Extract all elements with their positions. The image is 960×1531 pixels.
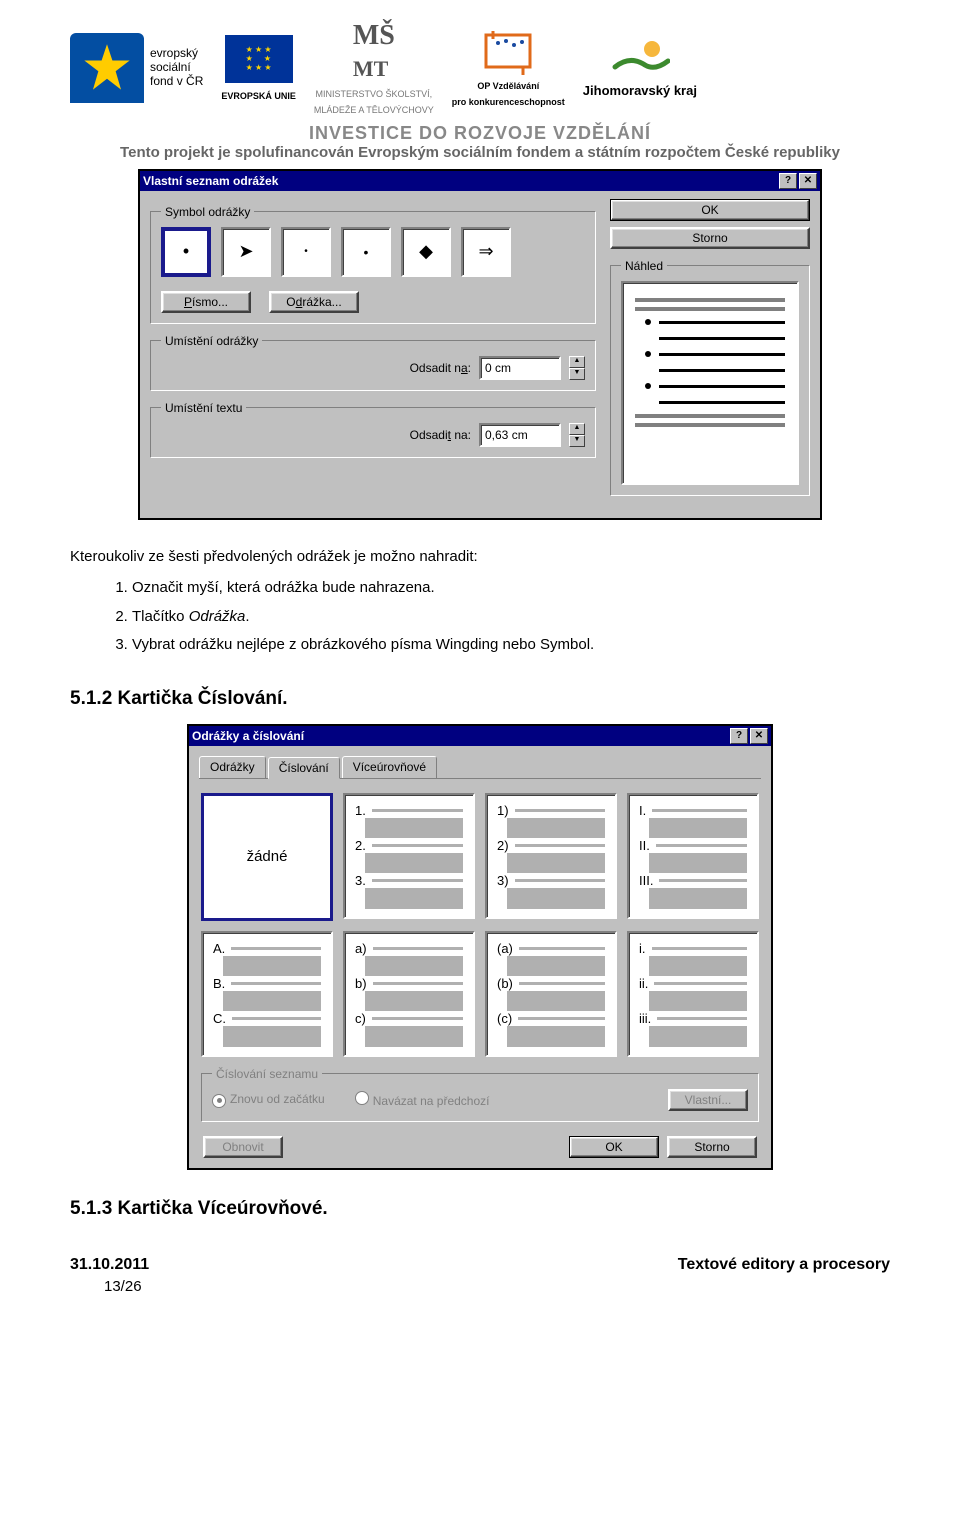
esf-text: evropský sociální fond v ČR [150, 47, 203, 88]
header-logos-row: evropský sociální fond v ČR ★ ★ ★★ ★★ ★ … [70, 10, 890, 121]
cofund-line: Tento projekt je spolufinancován Evropsk… [70, 144, 890, 161]
indent2-label: Odsadit na: [410, 428, 471, 442]
numbox-none[interactable]: žádné [201, 793, 333, 921]
numbox-alpha-upper[interactable]: A. B. C. [201, 931, 333, 1057]
tab-bullets[interactable]: Odrážky [199, 756, 266, 778]
help-button-2[interactable]: ? [730, 728, 748, 744]
group-preview: Náhled [610, 259, 810, 496]
dialog-bullet-list: Vlastní seznam odrážek ? ✕ Symbol odrážk… [138, 169, 822, 520]
ok-button-2[interactable]: OK [569, 1136, 659, 1158]
intro-text: Kteroukoliv ze šesti předvolených odráže… [70, 546, 890, 569]
reset-button[interactable]: Obnovit [203, 1136, 283, 1158]
steps-list: Označit myší, která odrážka bude nahraze… [92, 574, 890, 660]
help-button[interactable]: ? [779, 173, 797, 189]
invest-title: INVESTICE DO ROZVOJE VZDĚLÁNÍ [70, 123, 890, 144]
op-line1: OP Vzdělávání [477, 81, 539, 91]
group-text-position: Umístění textu Odsadit na: ▲▼ [150, 401, 596, 458]
esf-text-2: sociální [150, 61, 203, 75]
group-text-position-legend: Umístění textu [161, 401, 246, 415]
esf-text-3: fond v ČR [150, 75, 203, 89]
radio-restart[interactable]: Znovu od začátku [212, 1092, 325, 1108]
step-3: Vybrat odrážku nejlépe z obrázkového pís… [132, 631, 890, 660]
document-page: evropský sociální fond v ČR ★ ★ ★★ ★★ ★ … [0, 0, 960, 1335]
msmt-line1: MINISTERSTVO ŠKOLSTVÍ, [316, 90, 433, 100]
group-symbol-legend: Symbol odrážky [161, 205, 254, 219]
symbol-option-4[interactable]: • [341, 227, 391, 277]
jmk-icon [610, 37, 670, 77]
step-1: Označit myší, která odrážka bude nahraze… [132, 574, 890, 603]
group-list-numbering: Číslování seznamu Znovu od začátku Naváz… [201, 1067, 759, 1122]
step-2: Tlačítko Odrážka. [132, 603, 890, 632]
op-logo-block: OP Vzdělávání pro konkurenceschopnost [452, 29, 565, 107]
group-bullet-position: Umístění odrážky Odsadit na: ▲▼ [150, 334, 596, 391]
font-button[interactable]: PPísmo...ísmo... [161, 291, 251, 313]
symbol-option-2[interactable]: ➤ [221, 227, 271, 277]
cancel-button-2[interactable]: Storno [667, 1136, 757, 1158]
symbol-option-1[interactable]: • [161, 227, 211, 277]
tab-multilevel[interactable]: Víceúrovňové [342, 756, 437, 778]
tabs: Odrážky Číslování Víceúrovňové [199, 756, 761, 779]
dialog-title: Vlastní seznam odrážek [143, 174, 278, 188]
eu-flag-icon: ★ ★ ★★ ★★ ★ ★ [225, 35, 293, 83]
indent1-spinner[interactable]: ▲▼ [569, 356, 585, 380]
numbox-alpha-lower-parens[interactable]: (a) (b) (c) [485, 931, 617, 1057]
eu-logo-block: ★ ★ ★★ ★★ ★ ★ EVROPSKÁ UNIE [221, 35, 296, 101]
preview-legend: Náhled [621, 259, 667, 273]
cancel-button[interactable]: Storno [610, 227, 810, 249]
indent2-input[interactable] [479, 423, 561, 447]
custom-button[interactable]: Vlastní... [668, 1089, 748, 1111]
radio-continue[interactable]: Navázat na předchozí [355, 1091, 490, 1108]
dialog2-title: Odrážky a číslování [192, 729, 304, 743]
symbol-row: • ➤ • • ◆ ⇒ [161, 227, 585, 277]
esf-logo-block: evropský sociální fond v ČR [70, 33, 203, 103]
msmt-icon: MŠMT [353, 20, 395, 84]
jmk-label: Jihomoravský kraj [583, 83, 697, 98]
page-number: 13/26 [104, 1278, 149, 1295]
dialog-numbering: Odrážky a číslování ? ✕ Odrážky Číslován… [187, 724, 773, 1170]
numbox-roman-upper[interactable]: I. II. III. [627, 793, 759, 919]
symbol-option-3[interactable]: • [281, 227, 331, 277]
esf-text-1: evropský [150, 47, 203, 61]
numbox-roman-lower[interactable]: i. ii. iii. [627, 931, 759, 1057]
titlebar: Vlastní seznam odrážek ? ✕ [140, 171, 820, 191]
symbol-option-5[interactable]: ◆ [401, 227, 451, 277]
msmt-line2: MLÁDEŽE A TĚLOVÝCHOVY [314, 106, 434, 116]
group-list-legend: Číslování seznamu [212, 1067, 322, 1081]
indent1-input[interactable] [479, 356, 561, 380]
numbox-arabic-paren[interactable]: 1) 2) 3) [485, 793, 617, 919]
numbering-grid: žádné 1. 2. 3. 1) 2) 3) I. II. III. A. B… [189, 779, 771, 1063]
footer-date: 31.10.2011 [70, 1256, 149, 1273]
eu-label: EVROPSKÁ UNIE [221, 91, 296, 101]
preview-box [621, 281, 799, 485]
op-line2: pro konkurenceschopnost [452, 97, 565, 107]
indent1-label: Odsadit na: [410, 361, 471, 375]
footer-row: 31.10.2011 13/26 Textové editory a proce… [70, 1256, 890, 1295]
indent2-spinner[interactable]: ▲▼ [569, 423, 585, 447]
bullet-button[interactable]: Odrážka... [269, 291, 359, 313]
heading-513: 5.1.3 Kartička Víceúrovňové. [70, 1198, 890, 1220]
ok-button[interactable]: OK [610, 199, 810, 221]
group-bullet-position-legend: Umístění odrážky [161, 334, 262, 348]
group-symbol: Symbol odrážky • ➤ • • ◆ ⇒ PPísmo...ísmo… [150, 205, 596, 324]
tab-numbering[interactable]: Číslování [268, 757, 340, 779]
close-button[interactable]: ✕ [799, 173, 817, 189]
numbox-none-label: žádné [247, 848, 288, 865]
numbox-arabic-dot[interactable]: 1. 2. 3. [343, 793, 475, 919]
symbol-option-6[interactable]: ⇒ [461, 227, 511, 277]
op-arrows-icon [478, 29, 538, 75]
numbox-alpha-lower-paren[interactable]: a) b) c) [343, 931, 475, 1057]
jmk-logo-block: Jihomoravský kraj [583, 37, 697, 98]
close-button-2[interactable]: ✕ [750, 728, 768, 744]
msmt-logo-block: MŠMT MINISTERSTVO ŠKOLSTVÍ, MLÁDEŽE A TĚ… [314, 20, 434, 116]
footer-doc-title: Textové editory a procesory [678, 1256, 890, 1274]
titlebar-2: Odrážky a číslování ? ✕ [189, 726, 771, 746]
heading-512: 5.1.2 Kartička Číslování. [70, 688, 890, 710]
esf-star-icon [70, 33, 144, 103]
